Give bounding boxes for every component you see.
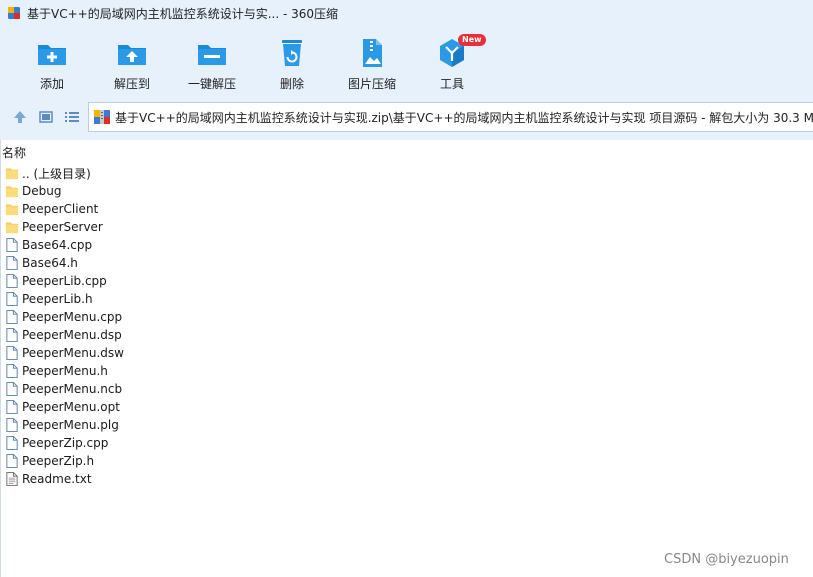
list-item-name: PeeperMenu.dsp xyxy=(22,328,122,342)
column-header-name[interactable]: 名称 xyxy=(2,144,26,161)
thumbnail-view-icon xyxy=(39,111,53,123)
address-path-text: 基于VC++的局域网内主机监控系统设计与实现.zip\基于VC++的局域网内主机… xyxy=(115,110,813,125)
file-icon xyxy=(6,418,18,432)
file-icon xyxy=(6,256,18,270)
file-icon xyxy=(6,400,18,414)
tools-button[interactable]: New 工具 xyxy=(410,34,494,92)
list-item-name: PeeperLib.h xyxy=(22,292,93,306)
one-click-extract-icon xyxy=(198,45,226,65)
zip-archive-icon xyxy=(94,110,110,124)
file-icon xyxy=(6,292,18,306)
tools-label: 工具 xyxy=(439,77,464,91)
list-item-name: .. (上级目录) xyxy=(22,166,91,181)
file-icon xyxy=(6,436,18,450)
file-icon xyxy=(6,274,18,288)
list-item-name: PeeperClient xyxy=(22,202,99,216)
list-item-name: PeeperLib.cpp xyxy=(22,274,107,288)
list-item[interactable]: Debug xyxy=(5,182,124,200)
folder-icon xyxy=(5,222,19,234)
folder-icon xyxy=(5,168,19,180)
list-item[interactable]: Base64.h xyxy=(5,254,124,272)
watermark: CSDN @biyezuopin xyxy=(664,552,789,567)
file-icon xyxy=(6,310,18,324)
list-item-name: PeeperZip.cpp xyxy=(22,436,109,450)
text-file-icon xyxy=(6,472,18,486)
list-item-name: PeeperZip.h xyxy=(22,454,95,468)
list-item[interactable]: PeeperMenu.plg xyxy=(5,416,124,434)
delete-label: 删除 xyxy=(279,77,304,91)
thumbnail-view-button[interactable] xyxy=(37,108,55,126)
file-list: .. (上级目录) Debug PeeperClient PeeperServer Ba… xyxy=(5,164,124,488)
file-list-panel: 名称 .. (上级目录) Debug PeeperClient PeeperServe… xyxy=(0,140,813,577)
one-click-extract-label: 一键解压 xyxy=(187,77,236,91)
file-icon xyxy=(6,364,18,378)
list-item[interactable]: PeeperMenu.opt xyxy=(5,398,124,416)
image-compress-button[interactable]: 图片压缩 xyxy=(330,36,414,92)
list-item[interactable]: PeeperMenu.ncb xyxy=(5,380,124,398)
list-item-name: Readme.txt xyxy=(22,472,92,486)
list-view-button[interactable] xyxy=(63,108,81,126)
file-icon xyxy=(6,346,18,360)
one-click-extract-button[interactable]: 一键解压 xyxy=(170,36,254,92)
list-item[interactable]: Readme.txt xyxy=(5,470,124,488)
arrow-up-icon xyxy=(14,111,26,123)
list-item-name: PeeperMenu.ncb xyxy=(22,382,123,396)
list-item[interactable]: PeeperServer xyxy=(5,218,124,236)
window-title: 基于VC++的局域网内主机监控系统设计与实... - 360压缩 xyxy=(27,6,339,21)
recycle-bin-icon xyxy=(282,40,302,66)
list-item-name: PeeperMenu.h xyxy=(22,364,108,378)
list-view-icon xyxy=(65,112,79,122)
up-level-button[interactable] xyxy=(11,108,29,126)
extract-to-label: 解压到 xyxy=(113,77,150,91)
list-item[interactable]: PeeperMenu.cpp xyxy=(5,308,124,326)
list-item-name: PeeperMenu.opt xyxy=(22,400,120,414)
list-item-name: PeeperMenu.dsw xyxy=(22,346,124,360)
address-bar: 基于VC++的局域网内主机监控系统设计与实现.zip\基于VC++的局域网内主机… xyxy=(0,94,813,140)
list-item[interactable]: PeeperLib.cpp xyxy=(5,272,124,290)
file-icon xyxy=(6,454,18,468)
list-item-name: Base64.h xyxy=(22,256,78,270)
file-icon xyxy=(6,382,18,396)
delete-button[interactable]: 删除 xyxy=(250,36,334,92)
folder-icon xyxy=(5,186,19,198)
toolbar: 添加 解压到 一键解压 删除 图片压缩 New 工具 xyxy=(0,26,813,94)
list-item-name: PeeperMenu.cpp xyxy=(22,310,123,324)
add-label: 添加 xyxy=(39,77,64,91)
add-icon xyxy=(38,45,66,65)
file-icon xyxy=(6,328,18,342)
list-item[interactable]: PeeperLib.h xyxy=(5,290,124,308)
add-button[interactable]: 添加 xyxy=(10,36,94,92)
list-item-name: Base64.cpp xyxy=(22,238,93,252)
list-item[interactable]: PeeperMenu.dsp xyxy=(5,326,124,344)
title-bar: 基于VC++的局域网内主机监控系统设计与实... - 360压缩 xyxy=(0,0,813,26)
folder-icon xyxy=(5,204,19,216)
address-path-field[interactable]: 基于VC++的局域网内主机监控系统设计与实现.zip\基于VC++的局域网内主机… xyxy=(88,102,813,132)
file-icon xyxy=(6,238,18,252)
list-item[interactable]: PeeperMenu.dsw xyxy=(5,344,124,362)
list-item[interactable]: .. (上级目录) xyxy=(5,164,124,182)
list-item-name: PeeperMenu.plg xyxy=(22,418,119,432)
list-item-name: Debug xyxy=(22,184,62,198)
image-compress-label: 图片压缩 xyxy=(347,77,396,91)
new-badge: New xyxy=(458,34,486,46)
list-item[interactable]: Base64.cpp xyxy=(5,236,124,254)
image-compress-icon xyxy=(363,39,382,67)
list-item-name: PeeperServer xyxy=(22,220,103,234)
list-item[interactable]: PeeperClient xyxy=(5,200,124,218)
list-item[interactable]: PeeperZip.h xyxy=(5,452,124,470)
extract-to-button[interactable]: 解压到 xyxy=(90,36,174,92)
360zip-app-icon xyxy=(8,7,20,19)
list-item[interactable]: PeeperMenu.h xyxy=(5,362,124,380)
extract-to-icon xyxy=(118,45,146,65)
list-item[interactable]: PeeperZip.cpp xyxy=(5,434,124,452)
